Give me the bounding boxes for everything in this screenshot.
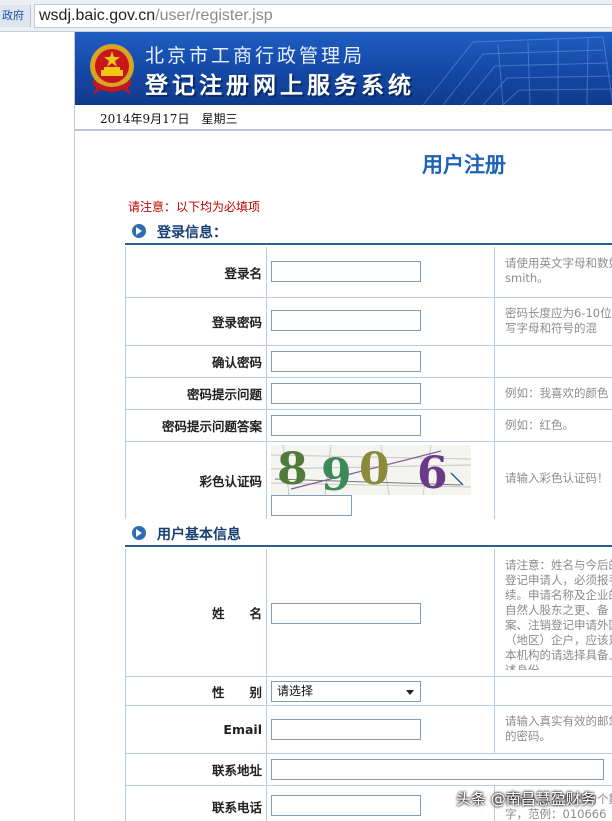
captcha-digit-2: 9 xyxy=(321,450,352,496)
chevron-down-icon xyxy=(406,690,414,695)
confirm-password-input[interactable] xyxy=(271,351,421,372)
name-hint: 请注意：姓名与今后的登记申请人，必须报手续。申请名称及企业的自然人股东之更、备案… xyxy=(505,558,612,670)
watermark: 头条 @南昌慧盈财务 xyxy=(456,790,596,808)
date-bar: 2014年9月17日 星期三 xyxy=(75,105,612,131)
section-title: 登录信息： xyxy=(157,225,227,241)
login-name-input[interactable] xyxy=(271,261,421,282)
row-email: Email 请输入真实有效的邮您的密码。 xyxy=(125,706,612,754)
password-label: 登录密码 xyxy=(126,298,267,345)
arrow-circle-icon xyxy=(132,526,146,540)
row-gender: 性 别 请选择 xyxy=(125,677,612,706)
captcha-digit-4: 6 xyxy=(417,448,448,496)
row-captcha: 彩色认证码 8 9 0 6 请输入彩色认证码！ xyxy=(125,442,612,520)
gender-cell: 请选择 xyxy=(267,677,495,705)
password-answer-hint: 例如：红色。 xyxy=(505,418,574,432)
password-answer-label: 密码提示问题答案 xyxy=(126,410,267,441)
required-notice: 请注意：以下均为必填项 xyxy=(128,200,261,214)
gender-label: 性 别 xyxy=(126,677,267,705)
captcha-label: 彩色认证码 xyxy=(126,442,267,519)
building-graphic xyxy=(422,36,612,105)
password-answer-input[interactable] xyxy=(271,415,421,436)
url-field[interactable]: wsdj.baic.gov.cn/user/register.jsp xyxy=(34,4,612,28)
url-host: wsdj.baic.gov.cn xyxy=(39,7,156,24)
row-password-answer: 密码提示问题答案 例如：红色。 xyxy=(125,410,612,442)
phone-label: 联系电话 xyxy=(126,786,267,821)
site-banner: 北京市工商行政管理局 登记注册网上服务系统 xyxy=(75,32,612,105)
section-title: 用户基本信息 xyxy=(157,527,241,543)
address-cell xyxy=(267,754,612,785)
captcha-cell: 8 9 0 6 xyxy=(267,442,495,519)
row-name: 姓 名 请注意：姓名与今后的登记申请人，必须报手续。申请名称及企业的自然人股东之… xyxy=(125,549,612,677)
row-password: 登录密码 密码长度应为6-10位小写字母和符号的混 xyxy=(125,298,612,346)
row-login-name: 登录名 请使用英文字母和数如smith。 xyxy=(125,247,612,298)
browser-tab[interactable]: 政府 xyxy=(0,5,31,27)
captcha-digit-1: 8 xyxy=(277,445,308,495)
phone-input[interactable] xyxy=(271,795,421,816)
row-password-question: 密码提示问题 例如：我喜欢的颜色 xyxy=(125,378,612,410)
captcha-hint: 请输入彩色认证码！ xyxy=(505,471,609,485)
captcha-digit-3: 0 xyxy=(359,445,390,495)
captcha-image[interactable]: 8 9 0 6 xyxy=(271,445,471,495)
arrow-circle-icon xyxy=(132,224,146,238)
password-question-hint: 例如：我喜欢的颜色 xyxy=(505,386,609,400)
name-label: 姓 名 xyxy=(126,549,267,676)
address-label: 联系地址 xyxy=(126,754,267,785)
confirm-password-cell xyxy=(267,346,495,377)
registration-page: 北京市工商行政管理局 登记注册网上服务系统 2014年9月17日 星期三 用户注… xyxy=(74,32,612,821)
password-input[interactable] xyxy=(271,310,421,331)
password-question-input[interactable] xyxy=(271,383,421,404)
url-path: /user/register.jsp xyxy=(155,7,273,24)
login-name-cell xyxy=(267,247,495,297)
section-login-info: 登录信息： xyxy=(125,217,612,245)
email-cell xyxy=(267,706,495,753)
browser-address-bar: 政府 wsdj.baic.gov.cn/user/register.jsp xyxy=(0,0,612,32)
address-input[interactable] xyxy=(271,759,604,780)
password-question-cell xyxy=(267,378,495,409)
row-confirm-password: 确认密码 xyxy=(125,346,612,378)
name-cell xyxy=(267,549,495,676)
login-name-label: 登录名 xyxy=(126,247,267,297)
password-hint: 密码长度应为6-10位小写字母和符号的混 xyxy=(505,306,612,335)
password-cell xyxy=(267,298,495,345)
email-label: Email xyxy=(126,706,267,753)
captcha-input[interactable] xyxy=(271,495,352,516)
password-question-label: 密码提示问题 xyxy=(126,378,267,409)
page-title: 用户注册 xyxy=(422,152,506,177)
email-hint: 请输入真实有效的邮您的密码。 xyxy=(505,714,612,743)
gender-select[interactable]: 请选择 xyxy=(271,681,421,702)
confirm-password-label: 确认密码 xyxy=(126,346,267,377)
login-name-hint: 请使用英文字母和数如smith。 xyxy=(505,256,612,285)
org-name: 北京市工商行政管理局 xyxy=(145,45,366,67)
password-answer-cell xyxy=(267,410,495,441)
row-address: 联系地址 xyxy=(125,754,612,786)
email-input[interactable] xyxy=(271,719,421,740)
gender-selected-value: 请选择 xyxy=(277,684,314,698)
name-input[interactable] xyxy=(271,603,421,624)
current-date: 2014年9月17日 星期三 xyxy=(100,112,238,126)
section-basic-info: 用户基本信息 xyxy=(125,519,612,547)
national-emblem-icon xyxy=(90,44,134,95)
system-name: 登记注册网上服务系统 xyxy=(145,73,415,99)
